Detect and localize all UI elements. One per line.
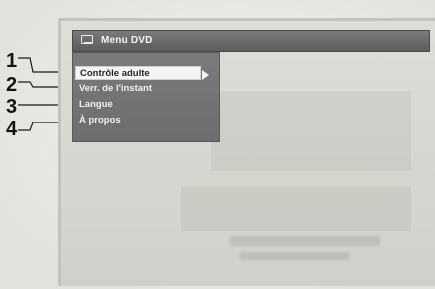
dvd-menu-panel: Contrôle adulte Verr. de l'instant Langu… [72, 52, 220, 142]
menu-title-bar: Menu DVD [72, 30, 430, 52]
menu-item-parental-control[interactable]: Contrôle adulte [75, 66, 201, 80]
callout-number: 1 [6, 50, 18, 72]
arrow-right-icon[interactable] [202, 70, 209, 80]
background-ghost-box [181, 186, 411, 231]
background-ghost-box [211, 91, 411, 171]
menu-item-language[interactable]: Langue [75, 98, 201, 112]
menu-item-label: Verr. de l'instant [79, 83, 153, 94]
menu-item-label: Langue [79, 99, 113, 110]
background-caption-blur [230, 236, 380, 246]
callout-number: 4 [6, 118, 18, 140]
background-caption-blur [240, 252, 350, 260]
callout-number: 2 [6, 74, 18, 96]
menu-title: Menu DVD [101, 35, 153, 46]
disc-menu-icon [81, 35, 93, 44]
menu-item-label: Contrôle adulte [80, 68, 150, 79]
menu-item-label: À propos [79, 115, 121, 126]
callout-number: 3 [6, 96, 18, 118]
menu-item-instant-lock[interactable]: Verr. de l'instant [75, 82, 201, 96]
menu-item-about[interactable]: À propos [75, 114, 201, 128]
